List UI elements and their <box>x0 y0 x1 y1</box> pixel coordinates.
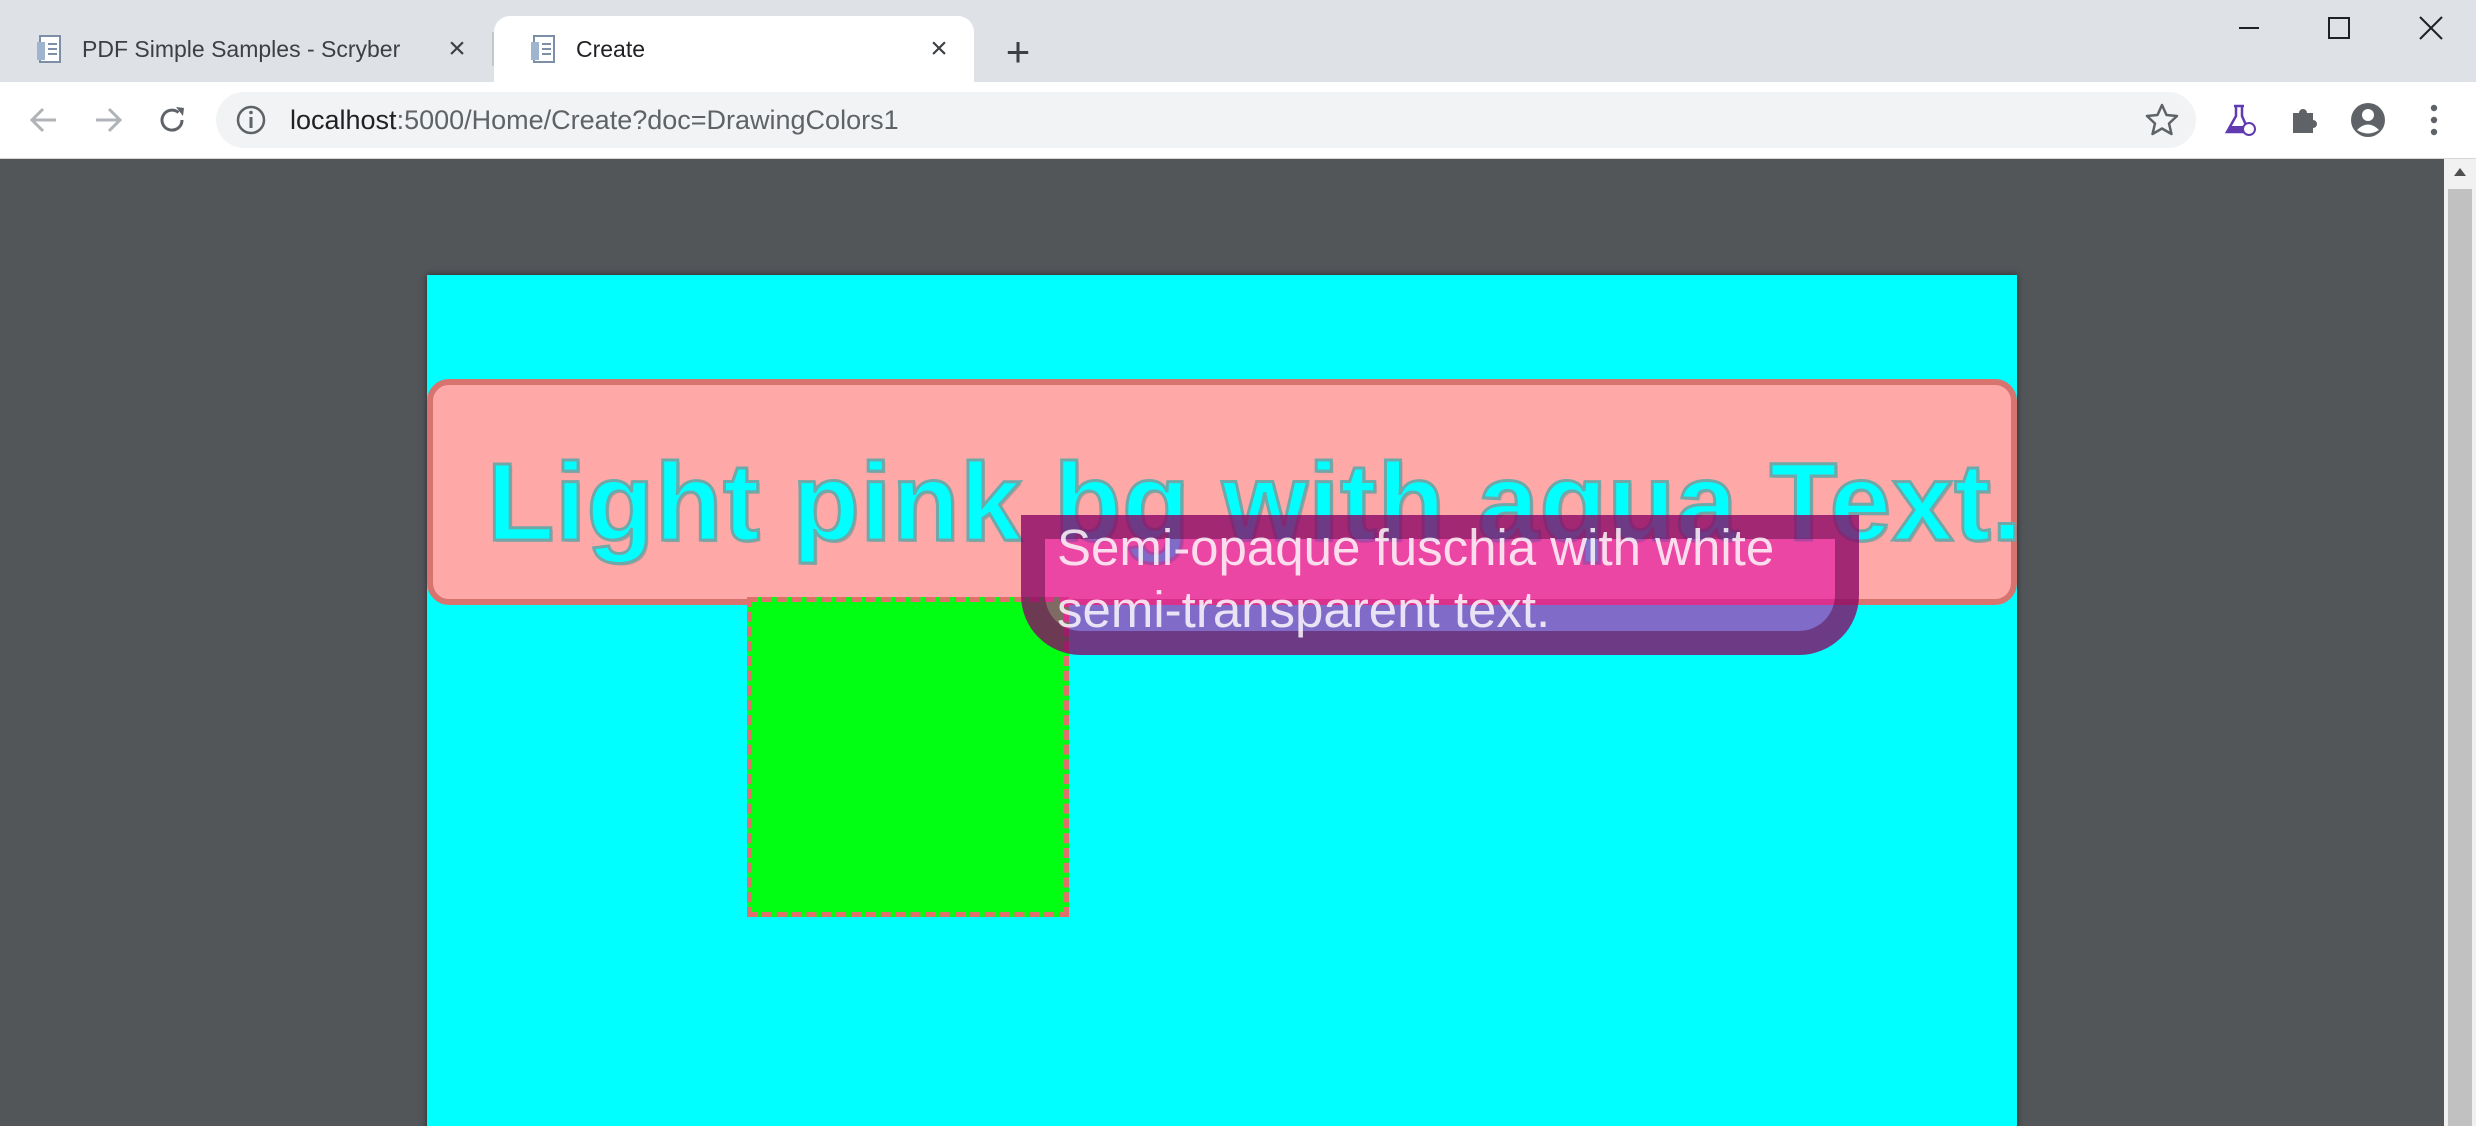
close-icon <box>2419 16 2443 40</box>
tab-title: PDF Simple Samples - Scryber <box>82 35 401 62</box>
scroll-up-arrow[interactable] <box>2444 159 2476 185</box>
labs-extension-button[interactable] <box>2216 96 2264 144</box>
caret-up-icon <box>2454 168 2466 176</box>
tab-title: Create <box>576 35 646 62</box>
close-window-button[interactable] <box>2386 0 2476 56</box>
pdf-page: Light pink bg with aqua Text. Semi-opaqu… <box>427 275 2024 1126</box>
back-button[interactable] <box>20 96 68 144</box>
pdf-viewer[interactable]: Light pink bg with aqua Text. Semi-opaqu… <box>0 159 2444 1126</box>
address-bar[interactable]: localhost:5000/Home/Create?doc=DrawingCo… <box>216 92 2196 148</box>
url-path: :5000/Home/Create?doc=DrawingColors1 <box>396 104 899 135</box>
more-vert-icon <box>2430 104 2438 136</box>
maximize-button[interactable] <box>2294 0 2384 56</box>
puzzle-icon <box>2293 109 2317 133</box>
reload-button[interactable] <box>148 96 196 144</box>
document-icon <box>531 35 555 63</box>
tab-pdf-simple-samples[interactable]: PDF Simple Samples - Scryber × <box>0 16 492 82</box>
url-host: localhost <box>290 104 397 135</box>
reload-icon <box>160 107 184 132</box>
close-icon[interactable]: × <box>924 32 954 65</box>
vertical-scrollbar[interactable] <box>2444 159 2476 1126</box>
tab-create[interactable]: Create × <box>494 16 974 82</box>
profile-button[interactable] <box>2344 96 2392 144</box>
minimize-button[interactable] <box>2204 0 2294 56</box>
flask-icon <box>2224 104 2256 136</box>
forward-button[interactable] <box>84 96 132 144</box>
close-icon[interactable]: × <box>442 32 472 65</box>
tab-strip: PDF Simple Samples - Scryber × Create × … <box>0 0 2476 82</box>
account-icon <box>2351 103 2385 137</box>
menu-button[interactable] <box>2410 96 2458 144</box>
green-square <box>747 597 1069 917</box>
arrow-left-icon <box>29 107 56 133</box>
minimize-icon <box>2239 27 2259 29</box>
star-icon[interactable] <box>2144 102 2180 138</box>
fuschia-panel-text: Semi-opaque fuschia with white semi-tran… <box>1057 519 1775 638</box>
url-text[interactable]: localhost:5000/Home/Create?doc=DrawingCo… <box>290 105 899 136</box>
extensions-button[interactable] <box>2280 96 2328 144</box>
info-icon[interactable] <box>234 103 268 137</box>
scroll-thumb[interactable] <box>2448 189 2472 1126</box>
maximize-icon <box>2328 17 2350 39</box>
arrow-right-icon <box>96 107 123 133</box>
new-tab-button[interactable]: + <box>996 28 1040 75</box>
browser-toolbar: localhost:5000/Home/Create?doc=DrawingCo… <box>0 82 2476 159</box>
document-icon <box>37 35 61 63</box>
